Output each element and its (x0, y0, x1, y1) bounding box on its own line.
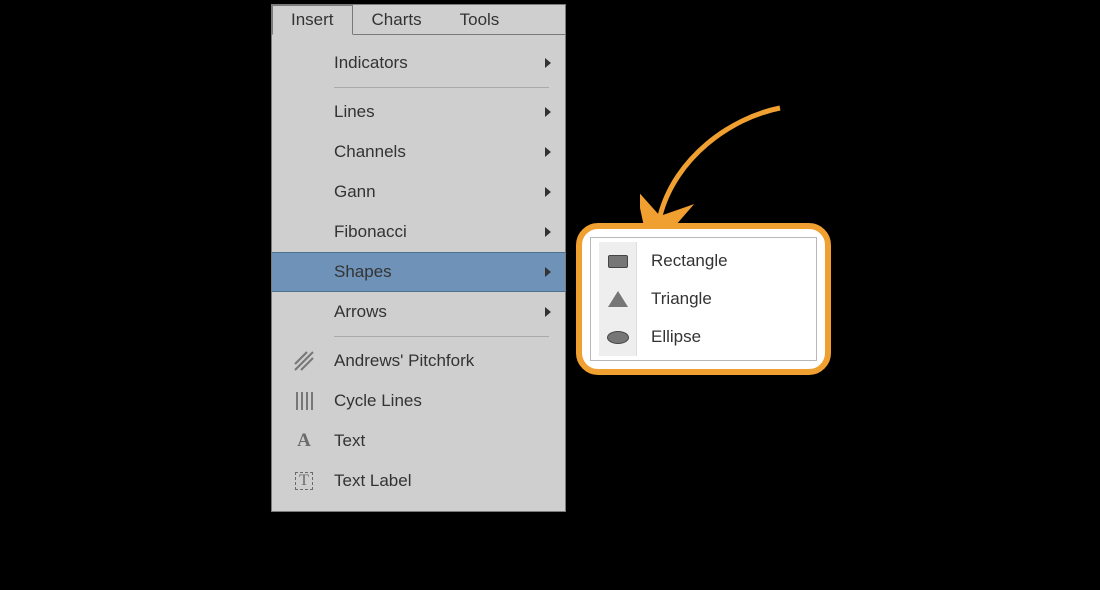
submenu-item-label: Rectangle (637, 251, 728, 271)
pitchfork-icon (288, 350, 320, 372)
insert-menu-panel: Insert Charts Tools Indicators Lines Cha… (271, 4, 566, 512)
menu-item-label: Text Label (334, 471, 551, 491)
submenu-item-label: Ellipse (637, 327, 701, 347)
chevron-right-icon (545, 58, 551, 68)
menu-item-shapes[interactable]: Shapes (272, 252, 565, 292)
tab-label: Tools (460, 10, 500, 29)
menu-item-indicators[interactable]: Indicators (272, 43, 565, 83)
submenu-item-label: Triangle (637, 289, 712, 309)
separator (334, 87, 549, 88)
chevron-right-icon (545, 187, 551, 197)
menu-item-lines[interactable]: Lines (272, 92, 565, 132)
menu-item-label: Shapes (334, 262, 545, 282)
tab-insert[interactable]: Insert (272, 5, 353, 35)
menu-item-text[interactable]: A Text (272, 421, 565, 461)
menu-item-label: Lines (334, 102, 545, 122)
text-label-icon: T (288, 472, 320, 490)
shapes-submenu: Rectangle Triangle Ellipse (590, 237, 817, 361)
text-icon: A (288, 430, 320, 452)
menu-item-label: Cycle Lines (334, 391, 551, 411)
chevron-right-icon (545, 147, 551, 157)
menu-item-text-label[interactable]: T Text Label (272, 461, 565, 501)
chevron-right-icon (545, 307, 551, 317)
menu-item-gann[interactable]: Gann (272, 172, 565, 212)
menu-body: Indicators Lines Channels Gann Fibonacci (272, 35, 565, 511)
menu-item-label: Indicators (334, 53, 545, 73)
cycle-lines-icon (288, 390, 320, 412)
menu-item-arrows[interactable]: Arrows (272, 292, 565, 332)
menu-item-fibonacci[interactable]: Fibonacci (272, 212, 565, 252)
menu-item-channels[interactable]: Channels (272, 132, 565, 172)
tab-tools[interactable]: Tools (441, 5, 519, 34)
rectangle-icon (599, 242, 637, 280)
menu-item-label: Arrows (334, 302, 545, 322)
menu-item-label: Andrews' Pitchfork (334, 351, 551, 371)
menu-item-label: Channels (334, 142, 545, 162)
menu-item-label: Text (334, 431, 551, 451)
triangle-icon (599, 280, 637, 318)
chevron-right-icon (545, 227, 551, 237)
tab-label: Insert (291, 10, 334, 29)
menu-item-cycle-lines[interactable]: Cycle Lines (272, 381, 565, 421)
menu-item-label: Gann (334, 182, 545, 202)
separator (334, 336, 549, 337)
submenu-item-rectangle[interactable]: Rectangle (593, 242, 814, 280)
chevron-right-icon (545, 267, 551, 277)
submenu-item-ellipse[interactable]: Ellipse (593, 318, 814, 356)
submenu-item-triangle[interactable]: Triangle (593, 280, 814, 318)
chevron-right-icon (545, 107, 551, 117)
menu-item-label: Fibonacci (334, 222, 545, 242)
ellipse-icon (599, 318, 637, 356)
menu-item-andrews-pitchfork[interactable]: Andrews' Pitchfork (272, 341, 565, 381)
menubar: Insert Charts Tools (272, 5, 565, 35)
tab-charts[interactable]: Charts (353, 5, 441, 34)
shapes-submenu-callout: Rectangle Triangle Ellipse (576, 223, 831, 375)
tab-label: Charts (372, 10, 422, 29)
